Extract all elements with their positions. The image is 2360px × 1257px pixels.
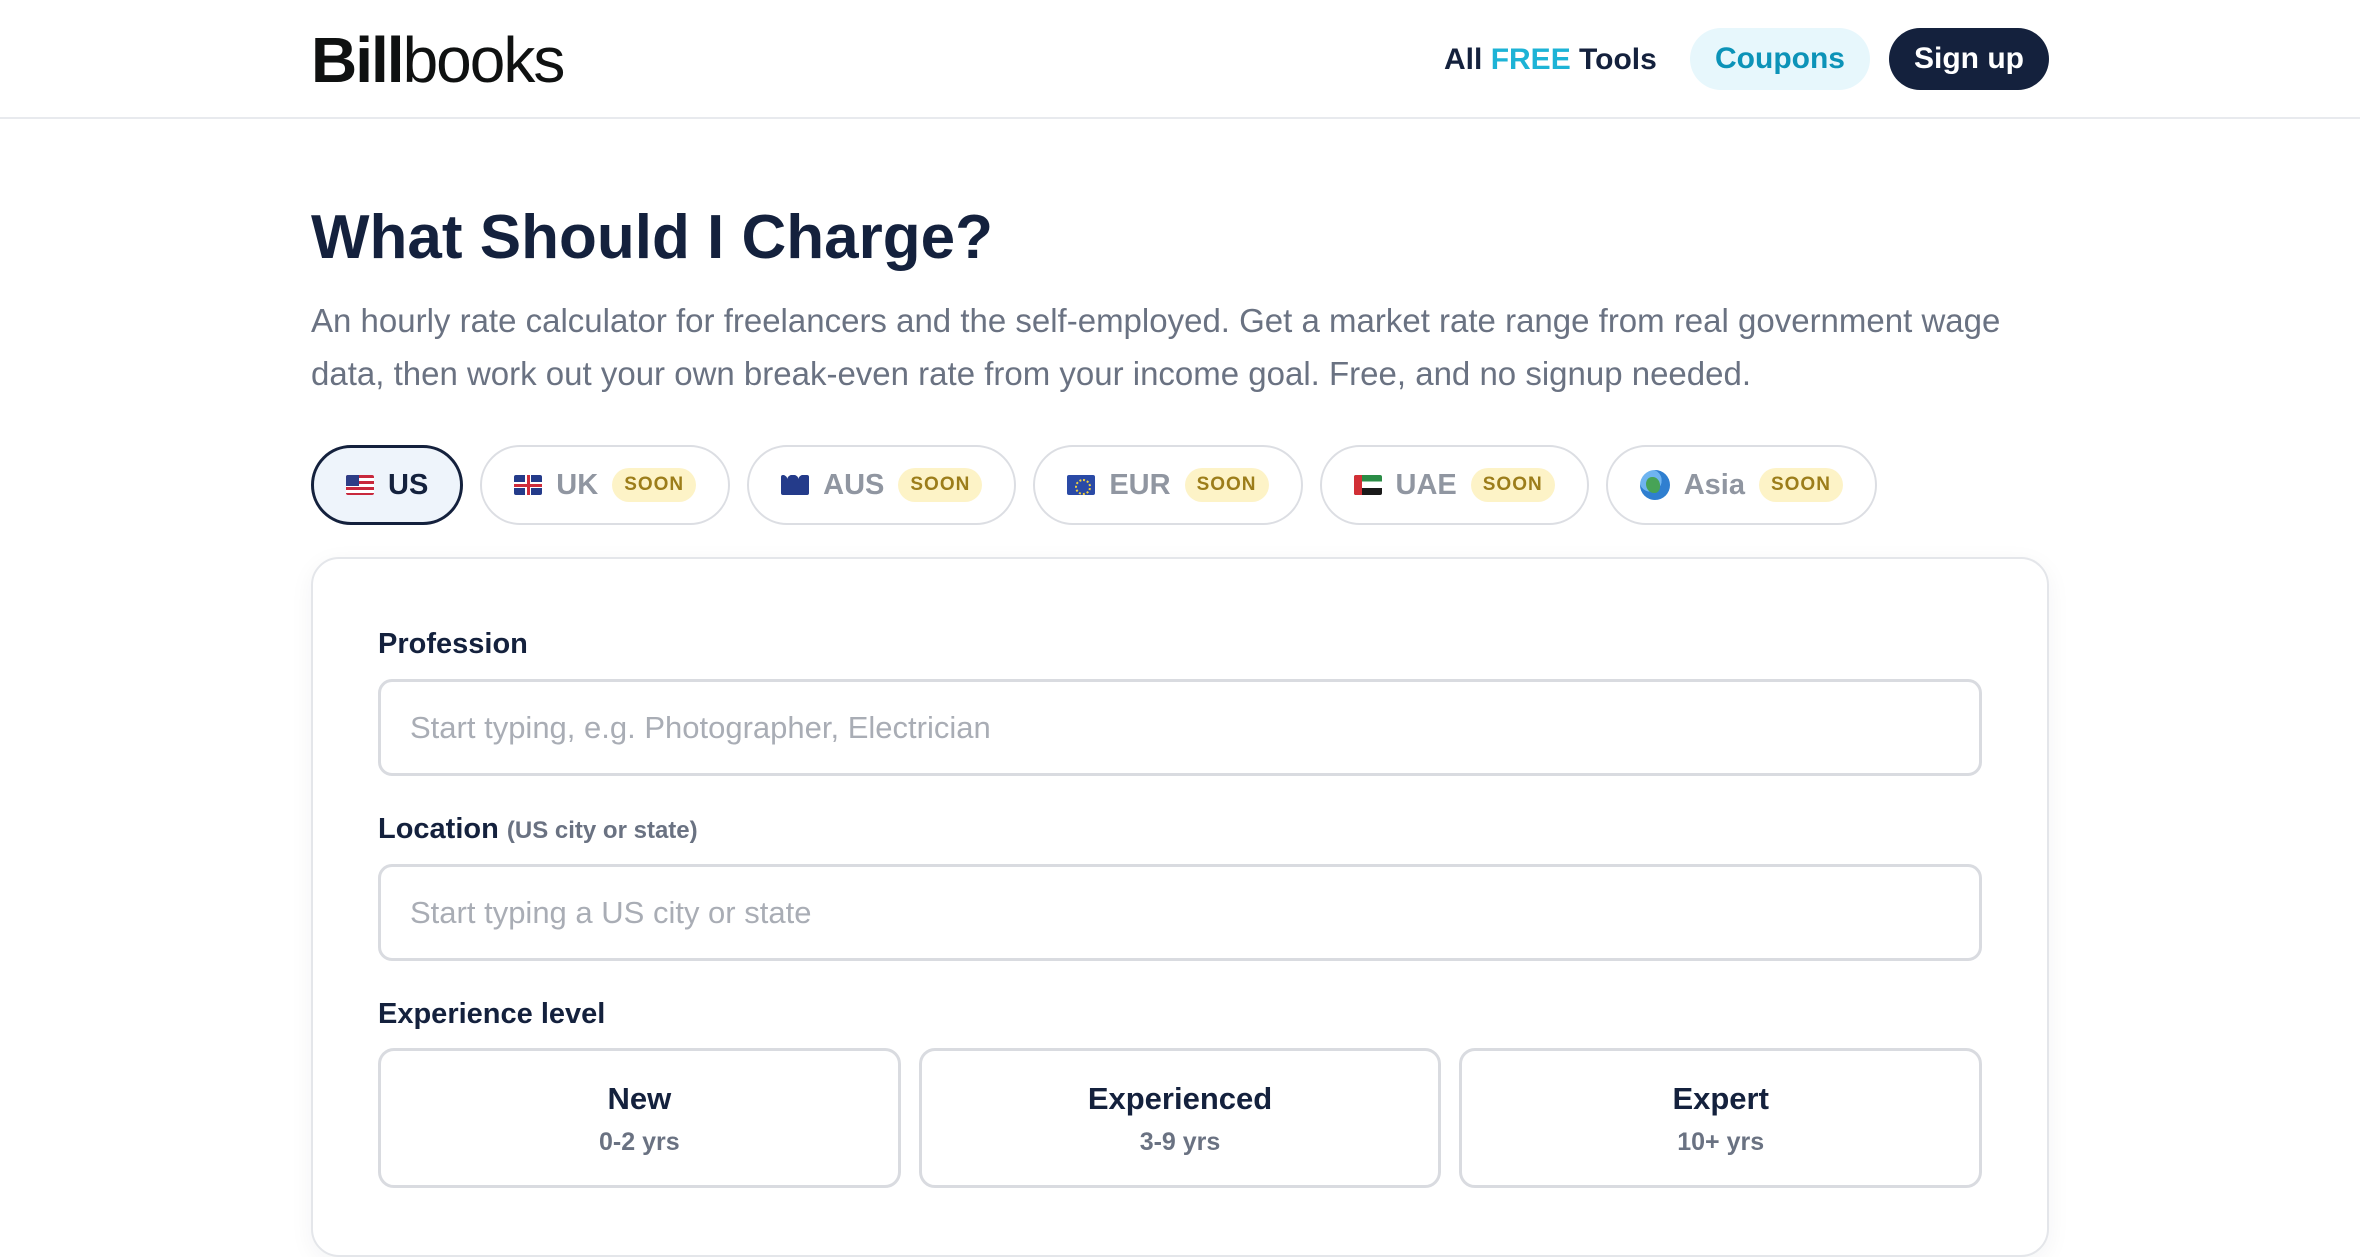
location-hint: (US city or state) (506, 817, 698, 844)
experience-option-expert[interactable]: Expert 10+ yrs (1459, 1048, 1983, 1188)
rate-calculator-card: Profession Location (US city or state) E… (311, 557, 2049, 1257)
tools-free-highlight: FREE (1490, 43, 1571, 76)
region-tab-us[interactable]: US (311, 445, 464, 525)
tools-suffix: Tools (1579, 43, 1657, 76)
signup-button[interactable]: Sign up (1889, 28, 2049, 90)
profession-label: Profession (378, 628, 528, 660)
experience-options: New 0-2 yrs Experienced 3-9 yrs Expert 1… (378, 1048, 1983, 1188)
region-tab-aus[interactable]: AUS SOON (747, 445, 1017, 525)
globe-icon (1639, 470, 1670, 500)
experience-option-title: Expert (1672, 1081, 1769, 1116)
logo-light-part: books (402, 24, 566, 96)
australia-flag-icon (781, 475, 810, 495)
billbooks-logo[interactable]: Billbooks (311, 20, 566, 100)
tools-prefix: All (1444, 43, 1483, 76)
soon-badge: SOON (1184, 468, 1269, 502)
experience-option-new[interactable]: New 0-2 yrs (378, 1048, 901, 1188)
site-header: Billbooks All FREE Tools Coupons Sign up (0, 0, 2360, 119)
region-tab-label: UK (556, 468, 599, 501)
region-tabs: US UK SOON AUS SOON EUR SOON UAE SOON As… (311, 445, 1877, 525)
region-tab-label: EUR (1109, 468, 1171, 501)
location-label-text: Location (378, 813, 499, 845)
page-description: An hourly rate calculator for freelancer… (311, 302, 2001, 392)
page-title: What Should I Charge? (311, 203, 993, 272)
region-tab-uae[interactable]: UAE SOON (1319, 445, 1589, 525)
location-label: Location (US city or state) (378, 811, 698, 849)
location-input[interactable] (378, 864, 1982, 961)
region-tab-label: AUS (823, 468, 885, 501)
region-tab-asia[interactable]: Asia SOON (1605, 445, 1877, 525)
region-tab-label: UAE (1395, 468, 1457, 501)
soon-badge: SOON (1470, 468, 1555, 502)
us-flag-icon (346, 475, 374, 495)
experience-option-title: Experienced (1087, 1081, 1273, 1116)
uae-flag-icon (1353, 475, 1382, 495)
experience-option-experienced[interactable]: Experienced 3-9 yrs (918, 1048, 1442, 1188)
eu-flag-icon (1067, 475, 1096, 495)
logo-bold-part: Bill (311, 24, 405, 96)
soon-badge: SOON (1758, 468, 1843, 502)
soon-badge: SOON (898, 468, 983, 502)
experience-label: Experience level (378, 998, 606, 1030)
experience-option-title: New (607, 1081, 672, 1116)
profession-input[interactable] (378, 679, 1982, 776)
all-free-tools-link[interactable]: All FREE Tools (1444, 38, 1657, 82)
region-tab-label: US (388, 468, 429, 501)
region-tab-label: Asia (1683, 468, 1745, 501)
experience-option-range: 0-2 yrs (599, 1128, 680, 1156)
experience-option-range: 10+ yrs (1677, 1128, 1765, 1156)
region-tab-uk[interactable]: UK SOON (480, 445, 731, 525)
soon-badge: SOON (612, 468, 697, 502)
coupons-button[interactable]: Coupons (1690, 28, 1870, 90)
region-tab-eur[interactable]: EUR SOON (1033, 445, 1303, 525)
experience-option-range: 3-9 yrs (1139, 1128, 1221, 1156)
uk-flag-icon (514, 475, 543, 495)
